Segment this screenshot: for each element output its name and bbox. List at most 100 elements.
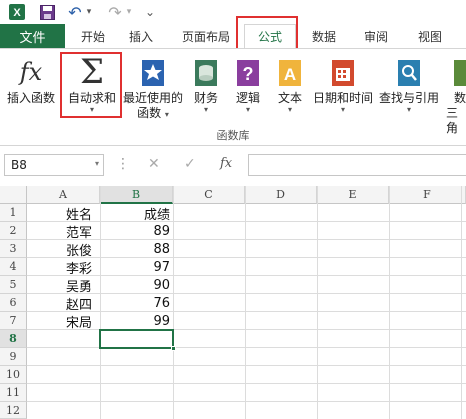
logical-button[interactable]: ? 逻辑 ▾ (228, 55, 268, 114)
redo-icon[interactable]: ↷ (106, 3, 124, 22)
column-header-a[interactable]: A (27, 186, 100, 204)
gridline (27, 401, 466, 402)
column-header-e[interactable]: E (317, 186, 389, 204)
text-label: 文本 (277, 91, 302, 105)
recently-used-label-2: 函数 ▾ (137, 106, 169, 120)
coins-icon (194, 59, 218, 89)
ribbon-tabs: 文件 开始 插入 页面布局 公式 数据 审阅 视图 (0, 24, 466, 48)
cell-a6[interactable]: 赵四 (66, 294, 100, 313)
cell-b2[interactable]: 89 (100, 222, 170, 240)
datetime-button[interactable]: 日期和时间 ▾ (310, 55, 376, 114)
gridline (317, 186, 318, 419)
insert-function-icon[interactable]: fx (220, 156, 232, 171)
name-box-value: B8 (11, 158, 27, 172)
tab-home[interactable]: 开始 (72, 24, 114, 48)
active-cell-b8[interactable] (99, 329, 174, 349)
customize-qat-icon[interactable]: ⌄ (144, 3, 156, 21)
logical-chevron-icon: ▾ (245, 105, 250, 114)
tab-data[interactable]: 数据 (302, 24, 346, 48)
financial-label: 财务 (193, 91, 218, 105)
recently-used-button[interactable]: 最近使用的 函数 ▾ (122, 55, 184, 122)
row-header-1[interactable]: 1 (0, 204, 27, 222)
cell-b4[interactable]: 97 (100, 258, 170, 276)
cell-b1[interactable]: 成绩 (100, 204, 170, 223)
tab-insert[interactable]: 插入 (120, 24, 162, 48)
magnifier-icon (397, 59, 421, 89)
text-a-icon: A (278, 59, 302, 89)
highlight-autosum (60, 52, 122, 118)
gridline (245, 186, 246, 419)
column-header-d[interactable]: D (245, 186, 317, 204)
question-icon: ? (236, 59, 260, 89)
cell-a4[interactable]: 李彩 (66, 258, 100, 277)
star-icon (141, 59, 165, 89)
svg-text:A: A (284, 65, 296, 84)
quick-access-toolbar: X ↶ ▾ ↷ ▾ ⌄ (0, 0, 466, 24)
formula-bar-dots-icon: ⋮ (116, 156, 130, 172)
name-box-dropdown-icon[interactable]: ▾ (95, 159, 99, 168)
insert-function-label: 插入函数 (6, 91, 55, 105)
financial-chevron-icon: ▾ (203, 105, 208, 114)
gridline (173, 186, 174, 419)
math-trig-label: 数 (454, 91, 466, 105)
cell-a5[interactable]: 吴勇 (66, 276, 100, 295)
tab-view[interactable]: 视图 (408, 24, 452, 48)
name-box[interactable]: B8 ▾ (4, 154, 104, 176)
gridline (27, 347, 466, 348)
calendar-icon (331, 59, 355, 89)
cell-b7[interactable]: 99 (100, 312, 170, 330)
column-header-c[interactable]: C (173, 186, 245, 204)
function-library-group-label: 函数库 (216, 129, 250, 142)
math-icon (446, 59, 466, 89)
row-header-7[interactable]: 7 (0, 312, 27, 330)
tab-file[interactable]: 文件 (0, 24, 65, 48)
row-header-12[interactable]: 12 (0, 402, 27, 419)
cancel-icon[interactable]: ✕ (148, 156, 160, 172)
math-trig-button[interactable]: 数 三角 (446, 55, 466, 136)
row-header-8[interactable]: 8 (0, 330, 27, 348)
tab-review[interactable]: 审阅 (354, 24, 398, 48)
redo-dropdown-icon[interactable]: ▾ (124, 3, 134, 21)
text-chevron-icon: ▾ (287, 105, 292, 114)
row-header-11[interactable]: 11 (0, 384, 27, 402)
insert-function-button[interactable]: fx 插入函数 (2, 55, 60, 106)
recently-used-label: 最近使用的 (122, 91, 183, 105)
cell-b5[interactable]: 90 (100, 276, 170, 294)
column-header-f[interactable]: F (389, 186, 466, 204)
cell-a7[interactable]: 宋局 (66, 312, 100, 331)
lookup-button[interactable]: 查找与引用 ▾ (376, 55, 442, 114)
datetime-label: 日期和时间 (312, 91, 373, 105)
cell-b6[interactable]: 76 (100, 294, 170, 312)
row-header-4[interactable]: 4 (0, 258, 27, 276)
financial-button[interactable]: 财务 ▾ (186, 55, 226, 114)
cell-b3[interactable]: 88 (100, 240, 170, 258)
fill-handle[interactable] (171, 346, 176, 351)
column-header-b[interactable]: B (100, 186, 173, 204)
save-icon[interactable] (38, 3, 56, 21)
worksheet-grid[interactable]: A B C D E F 1 2 3 4 5 6 7 8 9 10 11 12 姓… (0, 186, 466, 419)
lookup-chevron-icon: ▾ (406, 105, 411, 114)
select-all-corner[interactable] (0, 186, 27, 204)
cell-a2[interactable]: 范军 (66, 222, 100, 241)
svg-text:?: ? (243, 64, 254, 84)
row-header-5[interactable]: 5 (0, 276, 27, 294)
tab-page-layout[interactable]: 页面布局 (172, 24, 240, 48)
logical-label: 逻辑 (235, 91, 260, 105)
fx-icon: fx (19, 58, 43, 86)
row-header-6[interactable]: 6 (0, 294, 27, 312)
text-button[interactable]: A 文本 ▾ (270, 55, 310, 114)
cell-a1[interactable]: 姓名 (66, 204, 100, 223)
row-header-3[interactable]: 3 (0, 240, 27, 258)
row-header-9[interactable]: 9 (0, 348, 27, 366)
cell-a3[interactable]: 张俊 (66, 240, 100, 259)
formula-input[interactable] (248, 154, 466, 176)
datetime-chevron-icon: ▾ (340, 105, 345, 114)
highlight-formulas-tab (236, 16, 298, 50)
gridline (27, 365, 466, 366)
enter-icon[interactable]: ✓ (184, 156, 196, 172)
undo-dropdown-icon[interactable]: ▾ (84, 3, 94, 21)
row-header-2[interactable]: 2 (0, 222, 27, 240)
row-header-10[interactable]: 10 (0, 366, 27, 384)
lookup-label: 查找与引用 (378, 91, 439, 105)
undo-icon[interactable]: ↶ (66, 3, 84, 22)
